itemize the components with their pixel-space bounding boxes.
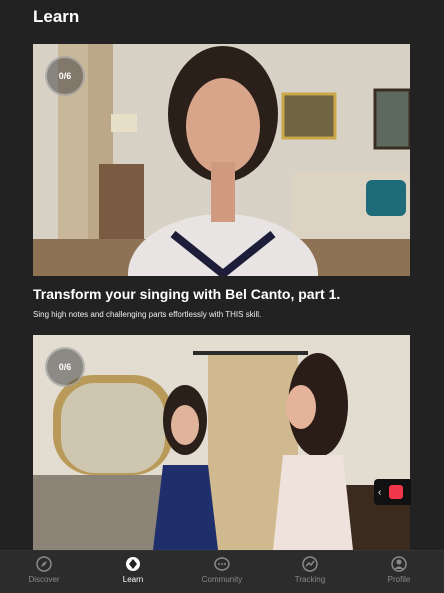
progress-indicator: 0/6 [45, 56, 85, 96]
lesson-subtitle: Sing high notes and challenging parts ef… [33, 310, 262, 319]
nav-community[interactable]: Community [187, 556, 257, 584]
profile-icon [391, 556, 407, 572]
compass-icon [36, 556, 52, 572]
chevron-left-icon: ‹ [378, 486, 382, 498]
nav-learn[interactable]: Learn [98, 556, 168, 584]
thumbnail-illustration [33, 335, 410, 550]
bottom-navigation: Discover Learn Community Tracking Profil… [0, 550, 444, 593]
thumbnail-illustration [33, 44, 410, 276]
chat-icon [214, 557, 230, 571]
nav-label: Discover [28, 575, 60, 584]
nav-discover[interactable]: Discover [9, 556, 79, 584]
nav-label: Profile [387, 575, 411, 584]
nav-label: Community [201, 575, 243, 584]
app-icon [389, 485, 404, 499]
nav-label: Learn [122, 575, 144, 584]
lesson-thumbnail-1[interactable]: 0/6 [33, 44, 410, 276]
nav-profile[interactable]: Profile [364, 556, 434, 584]
lesson-thumbnail-2[interactable]: 0/6 [33, 335, 410, 550]
nav-tracking[interactable]: Tracking [275, 556, 345, 584]
learn-icon [126, 557, 140, 571]
progress-indicator: 0/6 [45, 347, 85, 387]
lesson-title[interactable]: Transform your singing with Bel Canto, p… [33, 286, 340, 302]
nav-label: Tracking [294, 575, 326, 584]
tracking-icon [302, 556, 318, 572]
floating-widget[interactable]: ‹ [374, 479, 411, 505]
page-title: Learn [33, 7, 80, 26]
